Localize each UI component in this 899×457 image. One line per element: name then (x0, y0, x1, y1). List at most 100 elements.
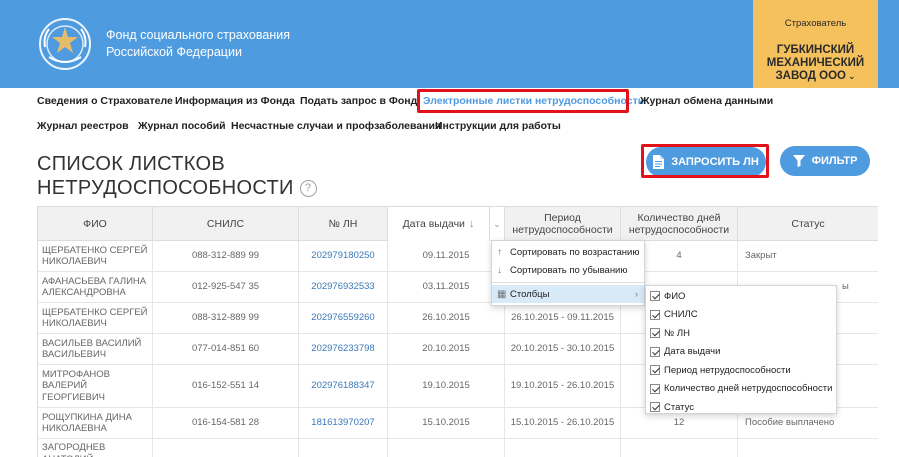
cell-snils: 088-312-889 99 (153, 241, 299, 271)
cell-ln-link[interactable]: 202976559260 (299, 303, 388, 333)
col-header-snils[interactable]: СНИЛС (153, 207, 299, 241)
org-name[interactable]: Фонд социального страхования Российской … (106, 27, 290, 61)
filter-label: ФИЛЬТР (811, 155, 858, 167)
cell-date: 15.10.2015 (388, 408, 505, 438)
table-header: ФИО СНИЛС № ЛН Дата выдачи ↓ ⌄ Период нет… (38, 206, 878, 241)
cell-fio: ВАСИЛЬЕВ ВАСИЛИЙ ВАСИЛЬЕВИЧ (38, 334, 153, 364)
nav-registry-log[interactable]: Журнал реестров (37, 120, 129, 132)
cell-snils (153, 439, 299, 457)
insurer-name: ГУБКИНСКИЙ МЕХАНИЧЕСКИЙ ЗАВОД ООО ⌄ (753, 44, 878, 83)
nav-electronic-sick-leave[interactable]: Электронные листки нетрудоспособности (423, 95, 644, 107)
menu-sort-asc[interactable]: ↑ Сортировать по возрастанию (492, 243, 644, 261)
cell-ln-link[interactable]: 181613970207 (299, 408, 388, 438)
col-header-issue-date-label: Дата выдачи (402, 218, 465, 230)
columns-icon: ▦ (497, 288, 507, 300)
menu-divider (492, 282, 644, 283)
fss-emblem-icon[interactable] (37, 17, 93, 71)
page-title-line2: НЕТРУДОСПОСОБНОСТИ? (37, 176, 317, 200)
request-ln-button[interactable]: ЗАПРОСИТЬ ЛН (646, 147, 766, 177)
checkbox-checked-icon[interactable] (650, 365, 660, 376)
toggle-column-status[interactable]: Статус (646, 398, 836, 417)
cell-period: 19.10.2015 - 26.10.2015 (505, 365, 621, 407)
cell-snils: 088-312-889 99 (153, 303, 299, 333)
toggle-column-label: СНИЛС (664, 309, 698, 321)
nav-fund-info[interactable]: Информация из Фонда (175, 95, 295, 107)
toggle-column-ln[interactable]: № ЛН (646, 324, 836, 343)
toggle-column-label: Статус (664, 401, 695, 413)
cell-fio: ЩЕРБАТЕНКО СЕРГЕЙ НИКОЛАЕВИЧ (38, 303, 153, 333)
checkbox-checked-icon[interactable] (650, 328, 660, 339)
cell-days (621, 439, 738, 457)
nav-insurer-info[interactable]: Сведения о Страхователе (37, 95, 173, 107)
col-header-period[interactable]: Период нетрудоспособности (505, 207, 621, 241)
cell-date: 03.11.2015 (388, 272, 505, 302)
checkbox-checked-icon[interactable] (650, 383, 660, 394)
cell-status: Закрыт (738, 241, 878, 271)
cell-ln-link[interactable]: 202976932533 (299, 272, 388, 302)
cell-status (738, 439, 878, 457)
cell-period: 26.10.2015 - 09.11.2015 (505, 303, 621, 333)
toggle-column-days[interactable]: Количество дней нетрудоспособности (646, 380, 836, 399)
sort-down-icon: ↓ (497, 264, 502, 276)
main-nav: Сведения о Страхователе Информация из Фо… (0, 88, 899, 140)
cell-snils: 012-925-547 35 (153, 272, 299, 302)
site-header: Фонд социального страхования Российской … (0, 0, 899, 88)
toggle-column-issue-date[interactable]: Дата выдачи (646, 343, 836, 362)
chevron-down-icon[interactable]: ⌄ (848, 71, 856, 81)
checkbox-checked-icon[interactable] (650, 309, 660, 320)
cell-ln-link[interactable]: 202976233798 (299, 334, 388, 364)
cell-fio: РОЩУПКИНА ДИНА НИКОЛАЕВНА (38, 408, 153, 438)
checkbox-checked-icon[interactable] (650, 291, 660, 302)
toggle-column-label: Количество дней нетрудоспособности (664, 383, 833, 395)
cell-ln-link[interactable] (299, 439, 388, 457)
menu-columns[interactable]: ▦ Столбцы › (492, 285, 644, 303)
help-icon[interactable]: ? (299, 180, 317, 197)
document-icon (653, 155, 665, 169)
col-header-issue-date[interactable]: Дата выдачи ↓ (388, 207, 490, 241)
columns-submenu: ФИО СНИЛС № ЛН Дата выдачи Период нетруд… (645, 285, 837, 414)
request-ln-label: ЗАПРОСИТЬ ЛН (671, 156, 759, 168)
table-row[interactable]: ЗАГОРОДНЕВ АНАТОЛИЙ (38, 439, 878, 457)
cell-date: 09.11.2015 (388, 241, 505, 271)
nav-exchange-log[interactable]: Журнал обмена данными (640, 95, 773, 107)
cell-ln-link[interactable]: 202979180250 (299, 241, 388, 271)
filter-icon (792, 155, 805, 167)
toggle-column-label: Дата выдачи (664, 346, 721, 358)
col-header-ln[interactable]: № ЛН (299, 207, 388, 241)
checkbox-checked-icon[interactable] (650, 346, 660, 357)
toggle-column-label: № ЛН (664, 327, 690, 339)
toggle-column-period[interactable]: Период нетрудоспособности (646, 361, 836, 380)
cell-period: 20.10.2015 - 30.10.2015 (505, 334, 621, 364)
menu-sort-asc-label: Сортировать по возрастанию (510, 246, 640, 258)
column-menu-trigger[interactable]: ⌄ (490, 207, 505, 241)
cell-snils: 077-014-851 60 (153, 334, 299, 364)
cell-date: 20.10.2015 (388, 334, 505, 364)
filter-button[interactable]: ФИЛЬТР (780, 146, 870, 176)
nav-submit-request[interactable]: Подать запрос в Фонд (300, 95, 417, 107)
col-header-days[interactable]: Количество дней нетрудоспособности (621, 207, 738, 241)
insurer-selector[interactable]: Страхователь ГУБКИНСКИЙ МЕХАНИЧЕСКИЙ ЗАВ… (753, 0, 878, 88)
table-row[interactable]: ЩЕРБАТЕНКО СЕРГЕЙ НИКОЛАЕВИЧ 088-312-889… (38, 241, 878, 272)
cell-period (505, 439, 621, 457)
toggle-column-label: Период нетрудоспособности (664, 364, 791, 376)
nav-instructions[interactable]: Инструкции для работы (435, 120, 561, 132)
sort-down-icon: ↓ (468, 218, 475, 230)
cell-ln-link[interactable]: 202976188347 (299, 365, 388, 407)
nav-benefits-log[interactable]: Журнал пособий (138, 120, 226, 132)
cell-fio: АФАНАСЬЕВА ГАЛИНА АЛЕКСАНДРОВНА (38, 272, 153, 302)
toggle-column-fio[interactable]: ФИО (646, 287, 836, 306)
cell-snils: 016-154-581 28 (153, 408, 299, 438)
toggle-column-snils[interactable]: СНИЛС (646, 306, 836, 325)
column-context-menu: ↑ Сортировать по возрастанию ↓ Сортирова… (491, 240, 645, 306)
menu-sort-desc[interactable]: ↓ Сортировать по убыванию (492, 261, 644, 279)
page-title-line1: СПИСОК ЛИСТКОВ (37, 153, 225, 175)
col-header-fio[interactable]: ФИО (38, 207, 153, 241)
menu-columns-label: Столбцы (510, 288, 550, 300)
cell-period: 15.10.2015 - 26.10.2015 (505, 408, 621, 438)
menu-sort-desc-label: Сортировать по убыванию (510, 264, 628, 276)
cell-fio: ЩЕРБАТЕНКО СЕРГЕЙ НИКОЛАЕВИЧ (38, 241, 153, 271)
checkbox-checked-icon[interactable] (650, 402, 660, 413)
org-name-line1: Фонд социального страхования (106, 28, 290, 42)
col-header-status[interactable]: Статус (738, 207, 878, 241)
nav-accidents[interactable]: Несчастные случаи и профзаболевания (231, 120, 441, 132)
